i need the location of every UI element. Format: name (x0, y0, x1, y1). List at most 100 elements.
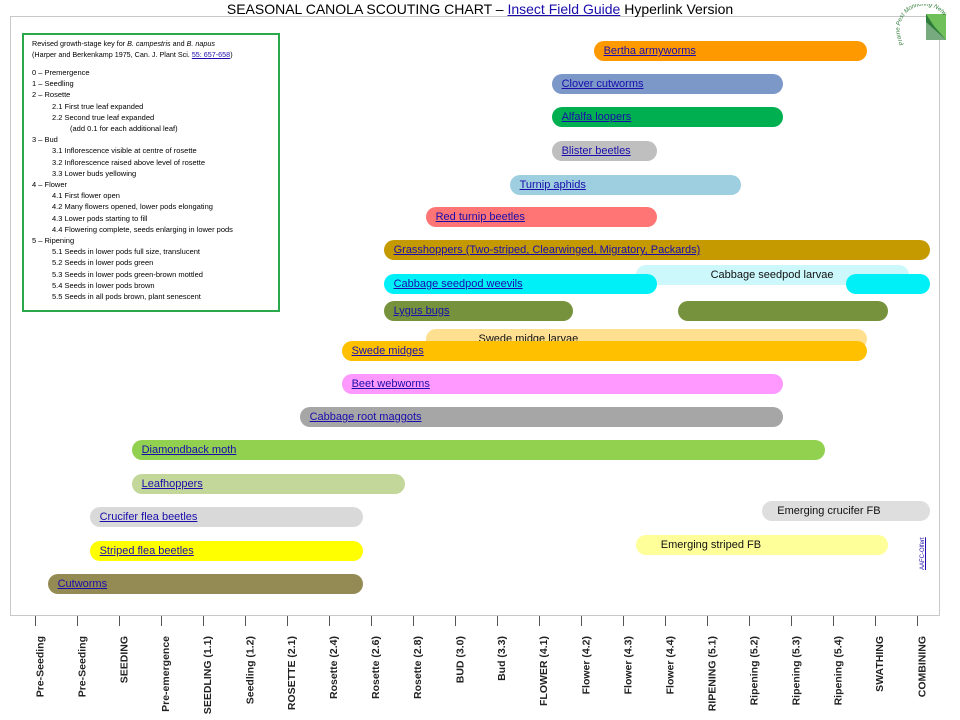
axis-tick (581, 616, 582, 626)
ref-species-2: B. napus (186, 39, 216, 48)
insect-link-leafhoppers[interactable]: Leafhoppers (142, 474, 203, 494)
growth-stage-item: 4.3 Lower pods starting to fill (52, 213, 148, 223)
axis-tick (413, 616, 414, 626)
growth-stage-item: 3 – Bud (32, 135, 58, 145)
axis-tick-label: BUD (3.0) (454, 636, 467, 684)
insect-link-blister-beetles[interactable]: Blister beetles (562, 141, 631, 161)
axis-tick-label: Pre-Seeding (34, 636, 47, 698)
axis-tick-label: SEEDING (118, 636, 131, 684)
insect-field-guide-link[interactable]: Insect Field Guide (507, 1, 620, 17)
axis-tick-label: ROSETTE (2.1) (286, 636, 299, 711)
axis-tick-label: FLOWER (4.1) (538, 636, 550, 706)
insect-link-grasshoppers-two-striped-clearwinged-migratory-packards[interactable]: Grasshoppers (Two-striped, Clearwinged, … (394, 240, 701, 260)
axis-tick (623, 616, 624, 626)
insect-link-turnip-aphids[interactable]: Turnip aphids (520, 175, 586, 195)
title-suffix: Hyperlink Version (624, 1, 734, 17)
growth-stage-item: 3.2 Inflorescence raised above level of … (52, 157, 206, 167)
growth-stage-item: 4.1 First flower open (52, 191, 120, 201)
axis-tick-label: Pre-emergence (159, 636, 172, 712)
axis-tick (707, 616, 708, 626)
growth-stage-list: 0 – Premergence 1 – Seedling 2 – Rosette 2.… (32, 67, 270, 302)
axis-tick-label: Ripening (5.4) (832, 636, 845, 706)
insect-link-swede-midges[interactable]: Swede midges (352, 341, 424, 361)
insect-link-clover-cutworms[interactable]: Clover cutworms (562, 74, 644, 94)
axis-tick (203, 616, 204, 626)
ref-text-a: Revised growth-stage key for (32, 39, 126, 48)
axis-tick-label: SWATHING (873, 636, 886, 692)
bar-label-emerging-striped-fb: Emerging striped FB (660, 539, 762, 551)
axis-tick-label: Seedling (1.2) (244, 636, 257, 705)
axis-tick-label: RIPENING (5.1) (706, 636, 719, 712)
axis-tick-label: Ripening (5.2) (748, 636, 761, 706)
growth-stage-item: 1 – Seedling (32, 79, 74, 89)
axis-tick (833, 616, 834, 626)
axis-tick (245, 616, 246, 626)
axis-tick (791, 616, 792, 626)
bar-label-cabbage-seedpod-larvae: Cabbage seedpod larvae (710, 269, 834, 281)
insect-link-beet-webworms[interactable]: Beet webworms (352, 374, 430, 394)
axis-tick-label: Rosette (2.8) (412, 636, 425, 700)
axis-tick (749, 616, 750, 626)
growth-stage-item: 5 – Ripening (32, 236, 75, 246)
title-prefix: SEASONAL CANOLA SCOUTING CHART – (226, 1, 504, 17)
axis-tick (455, 616, 456, 626)
axis-tick (875, 616, 876, 626)
axis-tick (119, 616, 120, 626)
growth-stage-item: 5.3 Seeds in lower pods green-brown mott… (52, 269, 203, 279)
axis-tick-label: Rosette (2.6) (370, 636, 383, 700)
axis-tick-label: Flower (4.4) (664, 636, 677, 695)
axis-tick (371, 616, 372, 626)
growth-stage-item: 2.2 Second true leaf expanded (52, 112, 155, 122)
growth-stage-item: 3.3 Lower buds yellowing (52, 168, 137, 178)
growth-stage-item: 4.4 Flowering complete, seeds enlarging … (52, 224, 233, 234)
insect-link-striped-flea-beetles[interactable]: Striped flea beetles (100, 541, 194, 561)
axis-tick-label: Ripening (5.3) (790, 636, 803, 706)
axis-tick (287, 616, 288, 626)
axis-tick (77, 616, 78, 626)
axis-tick-label: Bud (3.3) (495, 636, 508, 681)
growth-stage-item: 0 – Premergence (32, 68, 90, 77)
insect-link-cabbage-seedpod-weevils[interactable]: Cabbage seedpod weevils (394, 274, 523, 294)
axis-tick (665, 616, 666, 626)
bar-label-emerging-crucifer-fb: Emerging crucifer FB (777, 505, 881, 517)
axis-tick (497, 616, 498, 626)
aafc-credit-link[interactable]: AAFC-Olfert (920, 537, 926, 570)
axis-tick (161, 616, 162, 626)
growth-stage-key: Revised growth-stage key for B. campestr… (22, 33, 280, 312)
bar-cabbage-seedpod-weevils (845, 274, 930, 294)
growth-stage-axis: Pre-Seeding Pre-Seeding SEEDING Pre-emergen… (10, 616, 940, 720)
growth-stage-item: 4.2 Many flowers opened, lower pods elon… (52, 202, 213, 212)
chart-title: SEASONAL CANOLA SCOUTING CHART – Insect … (0, 1, 960, 17)
axis-tick-label: SEEDLING (1.1) (202, 636, 215, 715)
growth-stage-item: 2 – Rosette (32, 90, 71, 100)
growth-stage-item: 4 – Flower (32, 180, 68, 190)
prairie-pest-monitoring-network-logo-icon: Prairie Pest Monitoring Network (896, 4, 948, 46)
growth-stage-item: (add 0.1 for each additional leaf) (70, 124, 178, 134)
axis-tick (35, 616, 36, 626)
ref-text-c: and (172, 39, 185, 48)
growth-stage-item: 5.5 Seeds in all pods brown, plant senes… (52, 292, 201, 302)
citation-link[interactable]: 55: 657-658 (192, 50, 230, 59)
axis-tick-label: COMBINING (916, 636, 929, 698)
insect-link-cutworms[interactable]: Cutworms (58, 574, 108, 594)
growth-stage-reference: Revised growth-stage key for B. campestr… (32, 39, 270, 60)
axis-tick (329, 616, 330, 626)
axis-tick-label: Pre-Seeding (76, 636, 89, 698)
insect-link-cabbage-root-maggots[interactable]: Cabbage root maggots (310, 407, 422, 427)
axis-tick (539, 616, 540, 626)
insect-link-diamondback-moth[interactable]: Diamondback moth (142, 440, 237, 460)
insect-link-alfalfa-loopers[interactable]: Alfalfa loopers (562, 107, 632, 127)
ref-citation: (Harper and Berkenkamp 1975, Can. J. Pla… (32, 49, 190, 59)
axis-tick (917, 616, 918, 626)
ref-species-1: B. campestris (127, 39, 171, 48)
insect-link-crucifer-flea-beetles[interactable]: Crucifer flea beetles (100, 507, 198, 527)
growth-stage-item: 5.2 Seeds in lower pods green (52, 258, 154, 268)
axis-tick-label: Flower (4.2) (580, 636, 593, 695)
bar-lygus-bugs (677, 301, 888, 321)
insect-link-bertha-armyworms[interactable]: Bertha armyworms (604, 41, 696, 61)
ref-close: ) (230, 49, 233, 59)
insect-link-lygus-bugs[interactable]: Lygus bugs (394, 301, 450, 321)
axis-tick-label: Rosette (2.4) (328, 636, 341, 700)
insect-link-red-turnip-beetles[interactable]: Red turnip beetles (436, 207, 525, 227)
growth-stage-item: 5.1 Seeds in lower pods full size, trans… (52, 247, 200, 257)
